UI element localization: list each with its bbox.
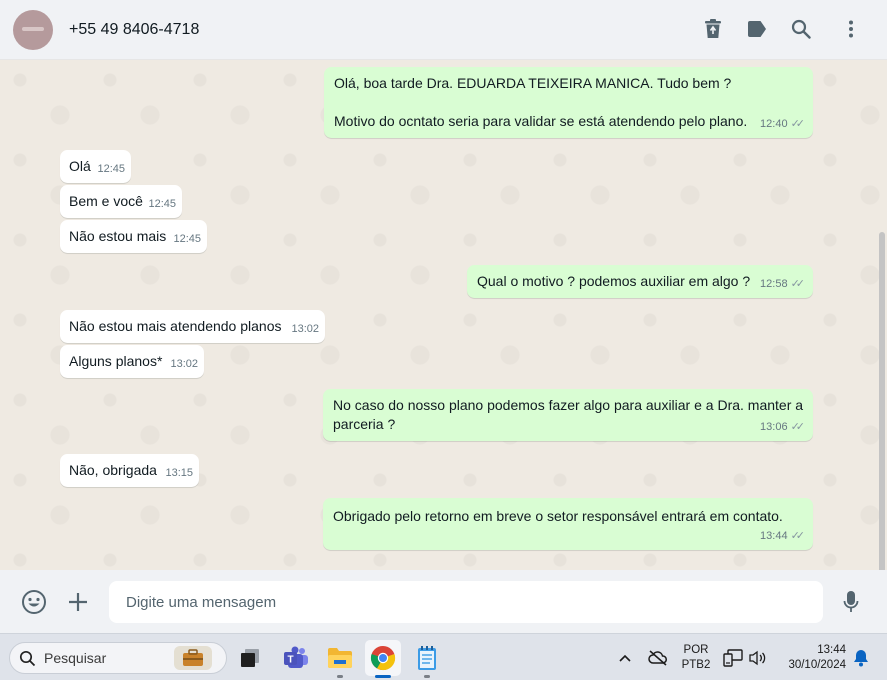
- taskbar-search-label: Pesquisar: [44, 650, 107, 666]
- read-ticks-icon: ✓✓: [790, 530, 806, 542]
- contact-avatar[interactable]: [13, 10, 53, 50]
- notepad-icon[interactable]: [409, 640, 445, 678]
- task-view-icon[interactable]: [232, 640, 268, 676]
- active-indicator: [375, 675, 391, 678]
- volume-icon[interactable]: [744, 640, 772, 676]
- search-icon: [19, 650, 36, 666]
- message-incoming[interactable]: Não estou mais 12:45: [60, 220, 207, 253]
- keyboard-layout: PTB2: [681, 659, 711, 671]
- message-incoming[interactable]: Não, obrigada 13:15: [60, 454, 199, 487]
- message-text: Não estou mais: [69, 228, 167, 244]
- teams-icon[interactable]: T: [278, 640, 314, 676]
- message-text: Não, obrigada: [69, 462, 157, 478]
- message-text: Olá: [69, 158, 91, 174]
- language-code: POR: [683, 644, 709, 656]
- message-list[interactable]: Olá, boa tarde Dra. EDUARDA TEIXEIRA MAN…: [0, 60, 887, 570]
- taskbar-search[interactable]: Pesquisar: [9, 642, 227, 674]
- message-outgoing[interactable]: Qual o motivo ? podemos auxiliar em algo…: [467, 265, 813, 298]
- message-time: 12:45: [97, 163, 125, 175]
- message-time: 13:02: [170, 358, 198, 370]
- plus-icon[interactable]: [65, 589, 91, 615]
- message-outgoing[interactable]: Olá, boa tarde Dra. EDUARDA TEIXEIRA MAN…: [324, 67, 813, 138]
- emoji-icon[interactable]: [21, 589, 47, 615]
- message-composer-bar: [0, 570, 887, 633]
- message-text: Alguns planos*: [69, 353, 163, 369]
- message-meta: 12:58 ✓✓: [760, 275, 805, 294]
- message-time: 13:06: [760, 421, 788, 433]
- message-time: 13:44: [760, 530, 788, 542]
- message-text: Bem e você: [69, 193, 143, 209]
- message-incoming[interactable]: Alguns planos* 13:02: [60, 345, 204, 378]
- running-indicator: [337, 675, 343, 678]
- chevron-up-icon[interactable]: [610, 640, 640, 676]
- contact-name[interactable]: +55 49 8406-4718: [69, 21, 199, 39]
- svg-text:T: T: [287, 655, 293, 666]
- clock-time: 13:44: [817, 644, 846, 656]
- message-meta: 12:40 ✓✓: [760, 115, 805, 134]
- menu-icon[interactable]: [839, 17, 863, 41]
- system-clock[interactable]: 13:44 30/10/2024: [778, 643, 846, 673]
- message-incoming[interactable]: Bem e você 12:45: [60, 185, 182, 218]
- message-incoming[interactable]: Olá 12:45: [60, 150, 131, 183]
- file-explorer-icon[interactable]: [322, 640, 358, 678]
- message-time: 13:02: [291, 323, 319, 335]
- chrome-icon[interactable]: [365, 640, 401, 678]
- label-icon[interactable]: [745, 17, 769, 41]
- message-time: 13:15: [165, 467, 193, 479]
- trash-icon[interactable]: [701, 17, 725, 41]
- read-ticks-icon: ✓✓: [790, 278, 806, 290]
- briefcase-icon: [174, 646, 212, 670]
- chat-header: +55 49 8406-4718: [0, 0, 887, 60]
- chat-scrollbar[interactable]: [879, 232, 885, 570]
- notification-bell-icon[interactable]: [850, 640, 872, 676]
- message-text: No caso do nosso plano podemos fazer alg…: [333, 397, 804, 432]
- message-outgoing[interactable]: Obrigado pelo retorno em breve o setor r…: [323, 498, 813, 550]
- message-outgoing[interactable]: No caso do nosso plano podemos fazer alg…: [323, 389, 813, 441]
- message-time: 12:45: [148, 198, 176, 210]
- message-text: Qual o motivo ? podemos auxiliar em algo…: [477, 273, 751, 289]
- read-ticks-icon: ✓✓: [790, 421, 806, 433]
- message-incoming[interactable]: Não estou mais atendendo planos 13:02: [60, 310, 325, 343]
- clock-date: 30/10/2024: [788, 659, 846, 671]
- message-time: 12:58: [760, 278, 788, 290]
- message-time: 12:40: [760, 118, 788, 130]
- os-taskbar: Pesquisar T POR PTB2 13:44 30/10/2024: [0, 633, 887, 680]
- language-indicator[interactable]: POR PTB2: [680, 643, 712, 673]
- message-text: Não estou mais atendendo planos: [69, 318, 282, 334]
- cloud-offline-icon[interactable]: [643, 640, 673, 676]
- message-input[interactable]: [109, 581, 823, 623]
- search-icon[interactable]: [789, 17, 813, 41]
- read-ticks-icon: ✓✓: [790, 118, 806, 130]
- message-text: Obrigado pelo retorno em breve o setor r…: [333, 508, 783, 524]
- message-meta: 13:44 ✓✓: [760, 527, 805, 546]
- message-text: Olá, boa tarde Dra. EDUARDA TEIXEIRA MAN…: [334, 75, 748, 129]
- microphone-icon[interactable]: [838, 589, 864, 615]
- running-indicator: [424, 675, 430, 678]
- message-time: 12:45: [173, 233, 201, 245]
- message-meta: 13:06 ✓✓: [760, 418, 805, 437]
